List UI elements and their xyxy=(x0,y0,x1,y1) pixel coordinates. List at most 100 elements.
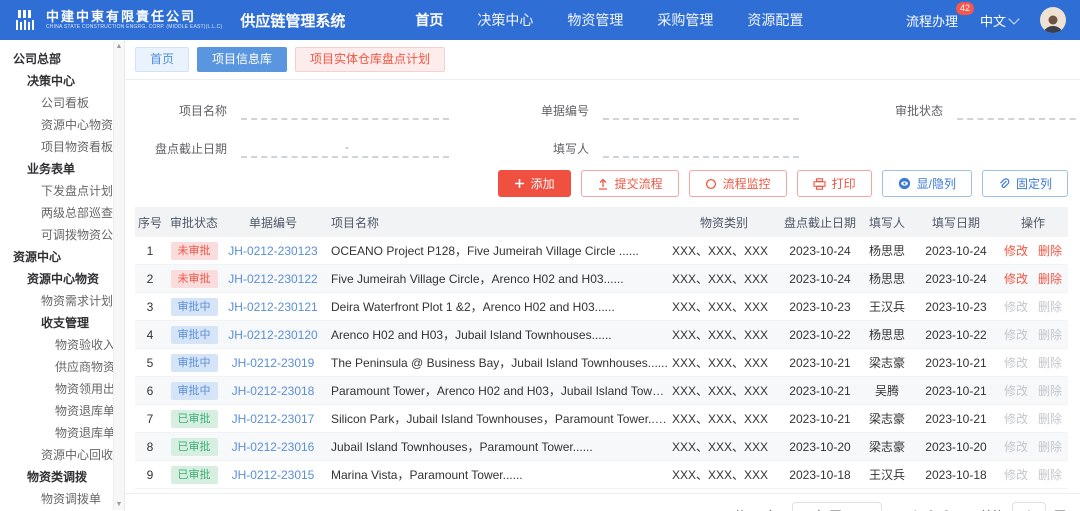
nav-item[interactable]: 物资管理 xyxy=(567,10,623,30)
table-row[interactable]: 5 审批中 JH-0212-23019 The Peninsula @ Busi… xyxy=(135,349,1068,377)
doc-number-link[interactable]: JH-0212-23019 xyxy=(232,356,315,370)
delete-link[interactable]: 删除 xyxy=(1038,468,1062,482)
table-row[interactable]: 9 已审批 JH-0212-23015 Marina Vista，Paramou… xyxy=(135,461,1068,489)
table-row[interactable]: 6 审批中 JH-0212-23018 Paramount Tower，Aren… xyxy=(135,377,1068,405)
sidebar-item[interactable]: 物资类调拨 xyxy=(0,466,124,488)
sidebar-item[interactable]: 业务表单 xyxy=(0,158,124,180)
tab-warehouse-inventory-plan[interactable]: 项目实体仓库盘点计划 xyxy=(295,47,445,72)
delete-link[interactable]: 删除 xyxy=(1038,384,1062,398)
write-date-cell: 2023-10-21 xyxy=(914,384,998,398)
sidebar-item[interactable]: 收支管理 xyxy=(0,312,124,334)
process-monitor-button[interactable]: 流程监控 xyxy=(689,170,787,197)
edit-link[interactable]: 修改 xyxy=(1004,412,1028,426)
table-row[interactable]: 2 未审批 JH-0212-230122 Five Jumeirah Villa… xyxy=(135,265,1068,293)
row-index: 1 xyxy=(135,244,165,258)
tab-project-library[interactable]: 项目信息库 xyxy=(197,47,287,72)
eye-icon xyxy=(898,177,911,190)
sidebar-item[interactable]: 物资调拨单 xyxy=(0,488,124,510)
delete-link[interactable]: 删除 xyxy=(1038,272,1062,286)
delete-link[interactable]: 删除 xyxy=(1038,300,1062,314)
doc-number-link[interactable]: JH-0212-230122 xyxy=(228,272,317,286)
delete-link[interactable]: 删除 xyxy=(1038,328,1062,342)
sidebar-item[interactable]: 资源中心 xyxy=(0,246,124,268)
edit-link[interactable]: 修改 xyxy=(1004,440,1028,454)
sidebar-item[interactable]: 决策中心 xyxy=(0,70,124,92)
sidebar-item[interactable]: 公司总部 xyxy=(0,48,124,70)
table-row[interactable]: 4 审批中 JH-0212-230120 Arenco H02 and H03，… xyxy=(135,321,1068,349)
doc-number-link[interactable]: JH-0212-23017 xyxy=(232,412,315,426)
nav-item[interactable]: 资源配置 xyxy=(747,10,803,30)
table-row[interactable]: 3 审批中 JH-0212-230121 Deira Waterfront Pl… xyxy=(135,293,1068,321)
scroll-up-icon[interactable]: ▲ xyxy=(116,43,123,50)
sidebar-item[interactable]: 供应商物资退货单 xyxy=(0,356,124,378)
add-button[interactable]: 添加 xyxy=(498,170,571,197)
edit-link[interactable]: 修改 xyxy=(1004,356,1028,370)
sidebar-item[interactable]: 物资领用出库单 xyxy=(0,378,124,400)
status-badge: 已审批 xyxy=(171,466,218,484)
sidebar-item[interactable]: 可调拨物资公示 xyxy=(0,224,124,246)
sidebar-scrollbar[interactable]: ▲ ▼ xyxy=(113,41,124,510)
scroll-down-icon[interactable]: ▼ xyxy=(116,501,123,508)
delete-link[interactable]: 删除 xyxy=(1038,412,1062,426)
doc-number-link[interactable]: JH-0212-23016 xyxy=(232,440,315,454)
doc-number-link[interactable]: JH-0212-230120 xyxy=(228,328,317,342)
show-hide-columns-button[interactable]: 显/隐列 xyxy=(882,170,972,197)
sidebar-item[interactable]: 物资退库单 xyxy=(0,400,124,422)
material-category-cell: XXX、XXX、XXX xyxy=(668,466,780,483)
row-index: 5 xyxy=(135,356,165,370)
sidebar-item[interactable]: 项目物资看板 xyxy=(0,136,124,158)
goto-page-input[interactable] xyxy=(1012,502,1046,511)
delete-link[interactable]: 删除 xyxy=(1038,356,1062,370)
print-button[interactable]: 打印 xyxy=(797,170,872,197)
edit-link[interactable]: 修改 xyxy=(1004,300,1028,314)
sidebar-item[interactable]: 物资需求计划 xyxy=(0,290,124,312)
table-row[interactable]: 8 已审批 JH-0212-23016 Jubail Island Townho… xyxy=(135,433,1068,461)
page-size-select[interactable]: 10条/页 xyxy=(792,502,882,511)
edit-link[interactable]: 修改 xyxy=(1004,328,1028,342)
doc-number-input[interactable] xyxy=(603,104,799,120)
approval-status-select[interactable] xyxy=(957,104,1080,120)
edit-link[interactable]: 修改 xyxy=(1004,272,1028,286)
project-name-cell: Marina Vista，Paramount Tower...... xyxy=(323,466,668,483)
project-name-input[interactable] xyxy=(241,104,449,120)
project-name-label: 项目名称 xyxy=(135,102,227,120)
material-category-cell: XXX、XXX、XXX xyxy=(668,410,780,427)
sidebar-item[interactable]: 资源中心回收 xyxy=(0,444,124,466)
edit-link[interactable]: 修改 xyxy=(1004,384,1028,398)
doc-number-link[interactable]: JH-0212-23015 xyxy=(232,468,315,482)
doc-number-link[interactable]: JH-0212-23018 xyxy=(232,384,315,398)
sidebar-item[interactable]: 资源中心物资看板 xyxy=(0,114,124,136)
delete-link[interactable]: 删除 xyxy=(1038,440,1062,454)
app-window: 中建中東有限責任公司 CHINA STATE CONSTRUCTION ENGR… xyxy=(0,0,1080,511)
company-logo-icon xyxy=(14,9,40,31)
status-badge: 审批中 xyxy=(171,382,218,400)
language-switcher[interactable]: 中文 xyxy=(980,11,1018,30)
doc-number-link[interactable]: JH-0212-230123 xyxy=(228,244,317,258)
sidebar-item[interactable]: 物资退库单 xyxy=(0,422,124,444)
avatar[interactable] xyxy=(1040,7,1066,33)
submit-process-button[interactable]: 提交流程 xyxy=(581,170,679,197)
edit-link[interactable]: 修改 xyxy=(1004,468,1028,482)
writer-cell: 王汉兵 xyxy=(860,466,914,483)
writer-input[interactable] xyxy=(603,142,799,158)
nav-item[interactable]: 决策中心 xyxy=(477,10,533,30)
nav-item[interactable]: 首页 xyxy=(415,10,443,30)
fixed-columns-button[interactable]: 固定列 xyxy=(982,170,1068,197)
sidebar-item[interactable]: 物资验收入库单 xyxy=(0,334,124,356)
sidebar-item[interactable]: 两级总部巡查记录 xyxy=(0,202,124,224)
delete-link[interactable]: 删除 xyxy=(1038,244,1062,258)
doc-number-link[interactable]: JH-0212-230121 xyxy=(228,300,317,314)
project-name-cell: OCEANO Project P128，Five Jumeirah Villag… xyxy=(323,242,668,259)
process-handling-link[interactable]: 流程办理 42 xyxy=(906,11,958,30)
column-header: 填写人 xyxy=(860,214,914,231)
edit-link[interactable]: 修改 xyxy=(1004,244,1028,258)
sidebar-item[interactable]: 下发盘点计划 xyxy=(0,180,124,202)
sidebar-item[interactable]: 公司看板 xyxy=(0,92,124,114)
nav-item[interactable]: 采购管理 xyxy=(657,10,713,30)
tab-home[interactable]: 首页 xyxy=(135,47,189,72)
writer-cell: 梁志豪 xyxy=(860,410,914,427)
sidebar-item[interactable]: 资源中心物资 xyxy=(0,268,124,290)
table-row[interactable]: 7 已审批 JH-0212-23017 Silicon Park，Jubail … xyxy=(135,405,1068,433)
table-row[interactable]: 1 未审批 JH-0212-230123 OCEANO Project P128… xyxy=(135,237,1068,265)
deadline-date-range-input[interactable]: - xyxy=(241,142,449,158)
